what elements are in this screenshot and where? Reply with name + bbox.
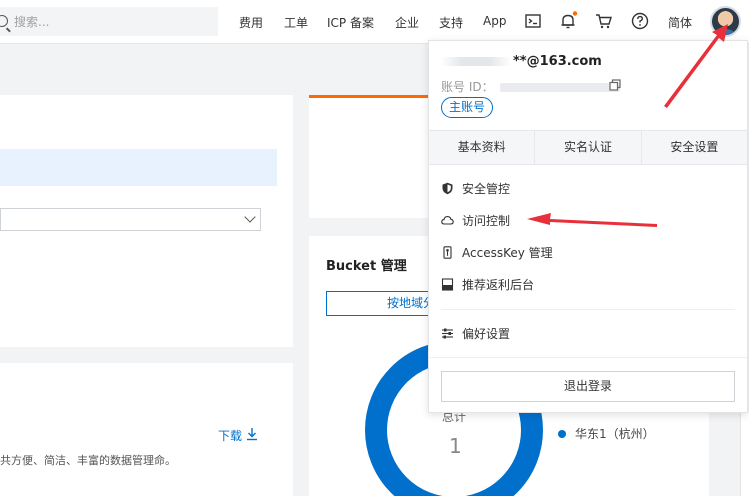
nav-billing[interactable]: 费用 bbox=[239, 14, 263, 31]
menu-preferences[interactable]: 偏好设置 bbox=[441, 323, 510, 343]
download-link[interactable]: 下载 bbox=[218, 427, 242, 444]
top-navigation-bar: 费用 工单 ICP 备案 企业 支持 App 简体 bbox=[0, 0, 749, 44]
search-icon bbox=[0, 15, 8, 27]
account-email: **@163.com bbox=[441, 54, 602, 69]
tools-card: 下载 共方便、简洁、丰富的数据管理命。 bbox=[0, 363, 293, 496]
overview-card bbox=[0, 95, 293, 347]
search-input[interactable] bbox=[14, 7, 214, 36]
download-icon[interactable] bbox=[245, 427, 259, 441]
legend-dot bbox=[558, 430, 566, 438]
menu-rebate-label: 推荐返利后台 bbox=[462, 277, 535, 292]
logout-button[interactable]: 退出登录 bbox=[441, 371, 735, 402]
nav-support[interactable]: 支持 bbox=[439, 14, 463, 31]
help-icon[interactable] bbox=[630, 11, 650, 31]
copy-icon[interactable] bbox=[609, 79, 621, 91]
menu-preferences-label: 偏好设置 bbox=[462, 326, 511, 341]
email-suffix: **@163.com bbox=[513, 54, 602, 69]
highlight-card bbox=[309, 95, 439, 218]
masked-account-id bbox=[499, 83, 620, 92]
page-scrollbar[interactable] bbox=[740, 412, 749, 496]
menu-divider bbox=[429, 357, 747, 358]
menu-divider bbox=[441, 309, 735, 310]
nav-tickets[interactable]: 工单 bbox=[284, 14, 308, 31]
user-avatar[interactable] bbox=[710, 6, 741, 37]
menu-rebate[interactable]: 推荐返利后台 bbox=[441, 274, 534, 294]
account-tabs: 基本资料 实名认证 安全设置 bbox=[429, 130, 747, 165]
language-switch[interactable]: 简体 bbox=[668, 14, 692, 31]
main-account-badge: 主账号 bbox=[441, 97, 494, 118]
total-value: 1 bbox=[449, 434, 462, 458]
chevron-down-icon bbox=[244, 211, 256, 223]
tool-description: 共方便、简洁、丰富的数据管理命。 bbox=[0, 454, 176, 467]
bucket-title: Bucket 管理 bbox=[326, 259, 407, 274]
terminal-icon[interactable] bbox=[523, 11, 543, 31]
cart-icon[interactable] bbox=[594, 11, 614, 31]
menu-security-control[interactable]: 安全管控 bbox=[441, 178, 510, 198]
account-id: 账号 ID： bbox=[441, 78, 620, 95]
shield-icon bbox=[442, 182, 453, 194]
info-banner bbox=[0, 149, 277, 186]
nav-icp[interactable]: ICP 备案 bbox=[327, 14, 374, 31]
menu-accesskey-label: AccessKey 管理 bbox=[462, 245, 553, 260]
menu-security-control-label: 安全管控 bbox=[462, 181, 511, 196]
menu-access-control[interactable]: 访问控制 bbox=[441, 210, 510, 230]
nav-enterprise[interactable]: 企业 bbox=[395, 14, 419, 31]
account-dropdown: **@163.com 账号 ID： 主账号 基本资料 实名认证 安全设置 安全管… bbox=[428, 40, 748, 413]
masked-email-prefix bbox=[441, 57, 511, 66]
tab-real-name[interactable]: 实名认证 bbox=[535, 131, 642, 164]
account-id-label: 账号 ID： bbox=[441, 80, 494, 94]
menu-accesskey[interactable]: AccessKey 管理 bbox=[441, 242, 553, 262]
legend-region: 华东1（杭州） bbox=[575, 427, 655, 441]
tab-security-settings[interactable]: 安全设置 bbox=[642, 131, 747, 164]
region-select[interactable] bbox=[0, 208, 261, 231]
cloud-icon bbox=[441, 215, 454, 225]
gift-card-icon bbox=[441, 277, 454, 291]
sliders-icon bbox=[442, 328, 453, 338]
search-box[interactable] bbox=[0, 7, 218, 36]
nav-app[interactable]: App bbox=[483, 14, 506, 28]
menu-access-control-label: 访问控制 bbox=[462, 213, 511, 228]
key-icon bbox=[443, 245, 452, 259]
tab-basic-info[interactable]: 基本资料 bbox=[429, 131, 536, 164]
bell-icon[interactable] bbox=[558, 11, 578, 31]
